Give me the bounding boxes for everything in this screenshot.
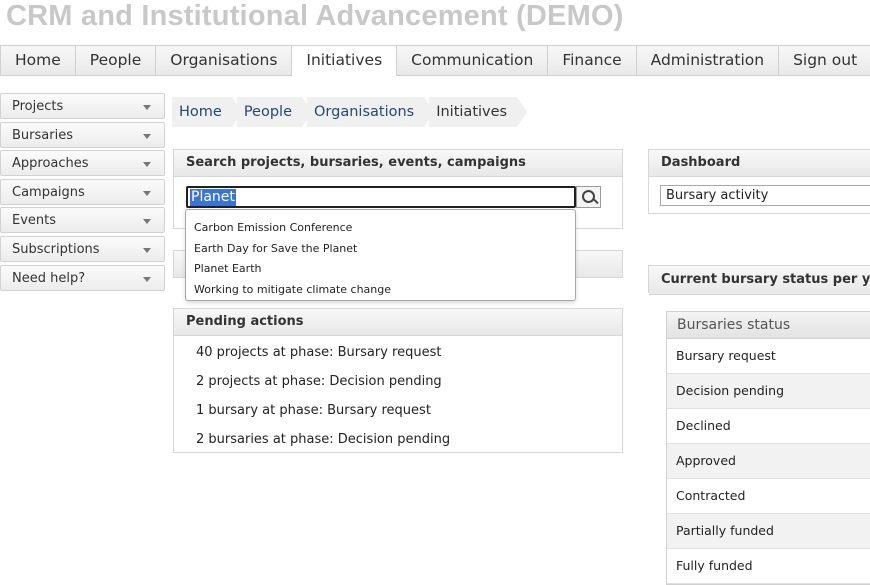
chevron-down-icon (143, 190, 151, 196)
status-row: Decision pending (667, 374, 870, 409)
sidebar: Projects Bursaries Approaches Campaigns … (0, 93, 165, 293)
dashboard-title: Dashboard (649, 150, 870, 177)
sidebar-item-bursaries[interactable]: Bursaries (0, 121, 165, 148)
status-row: Bursary request (667, 339, 870, 374)
dashboard-panel: Dashboard Bursary activity (648, 149, 870, 214)
pending-action-item[interactable]: 2 bursaries at phase: Decision pending (174, 425, 622, 454)
suggestion-item[interactable]: Working to mitigate climate change (186, 281, 575, 302)
nav-organisations[interactable]: Organisations (156, 45, 293, 76)
sidebar-item-label: Need help? (12, 270, 86, 286)
pending-actions-panel: Pending actions 40 projects at phase: Bu… (173, 308, 623, 453)
search-icon (582, 190, 595, 203)
breadcrumb-home[interactable]: Home (172, 97, 242, 127)
sidebar-item-label: Subscriptions (12, 241, 100, 257)
nav-people[interactable]: People (75, 45, 157, 76)
pending-actions-title: Pending actions (174, 309, 622, 336)
nav-initiatives[interactable]: Initiatives (292, 45, 398, 76)
suggestion-item[interactable]: Carbon Emission Conference (186, 219, 575, 240)
suggestion-item[interactable]: Planet Earth (186, 260, 575, 281)
nav-administration[interactable]: Administration (636, 45, 780, 76)
nav-finance[interactable]: Finance (548, 45, 637, 76)
search-input-value: Planet (190, 189, 236, 206)
breadcrumb: Home People Organisations Initiatives (172, 97, 527, 127)
search-panel-title: Search projects, bursaries, events, camp… (174, 150, 622, 177)
status-row: Declined (667, 409, 870, 444)
top-navigation: Home People Organisations Initiatives Co… (0, 45, 870, 76)
chevron-down-icon (143, 133, 151, 139)
status-per-year-title: Current bursary status per year (649, 266, 870, 295)
sidebar-item-events[interactable]: Events (0, 207, 165, 234)
sidebar-item-projects[interactable]: Projects (0, 93, 165, 119)
status-row: Contracted (667, 479, 870, 514)
pending-action-item[interactable]: 2 projects at phase: Decision pending (174, 367, 622, 396)
search-button[interactable] (576, 186, 601, 208)
breadcrumb-people[interactable]: People (236, 97, 313, 127)
sidebar-item-label: Projects (12, 99, 64, 114)
suggestion-item[interactable]: Earth Day for Save the Planet (186, 240, 575, 261)
sidebar-item-campaigns[interactable]: Campaigns (0, 178, 165, 205)
breadcrumb-initiatives[interactable]: Initiatives (429, 97, 527, 127)
app-title: CRM and Institutional Advancement (DEMO) (6, 0, 624, 32)
status-per-year-panel: Current bursary status per year (648, 265, 870, 295)
sidebar-item-label: Campaigns (12, 184, 85, 200)
nav-sign-out[interactable]: Sign out (779, 45, 870, 76)
search-input[interactable]: Planet (186, 186, 576, 208)
pending-action-item[interactable]: 1 bursary at phase: Bursary request (174, 396, 622, 425)
pending-action-item[interactable]: 40 projects at phase: Bursary request (174, 338, 622, 367)
chevron-down-icon (143, 276, 151, 282)
chevron-down-icon (143, 105, 151, 110)
sidebar-item-approaches[interactable]: Approaches (0, 150, 165, 177)
chevron-down-icon (143, 219, 151, 225)
breadcrumb-organisations[interactable]: Organisations (307, 97, 435, 127)
sidebar-item-subscriptions[interactable]: Subscriptions (0, 235, 165, 262)
bursaries-status-table: Bursaries status Bursary request Decisio… (666, 311, 870, 585)
sidebar-item-label: Bursaries (12, 127, 73, 143)
status-row: Partially funded (667, 514, 870, 549)
chevron-down-icon (143, 247, 151, 253)
bursaries-status-header: Bursaries status (667, 312, 870, 339)
dashboard-select[interactable]: Bursary activity (660, 185, 870, 206)
sidebar-item-label: Approaches (12, 156, 89, 172)
sidebar-item-need-help[interactable]: Need help? (0, 264, 165, 291)
nav-communication[interactable]: Communication (397, 45, 549, 76)
nav-home[interactable]: Home (0, 45, 76, 76)
sidebar-item-label: Events (12, 213, 57, 229)
search-icon-handle (592, 197, 599, 205)
autocomplete-dropdown: Carbon Emission Conference Earth Day for… (185, 209, 576, 301)
chevron-down-icon (143, 162, 151, 168)
status-row: Fully funded (667, 549, 870, 584)
status-row: Approved (667, 444, 870, 479)
